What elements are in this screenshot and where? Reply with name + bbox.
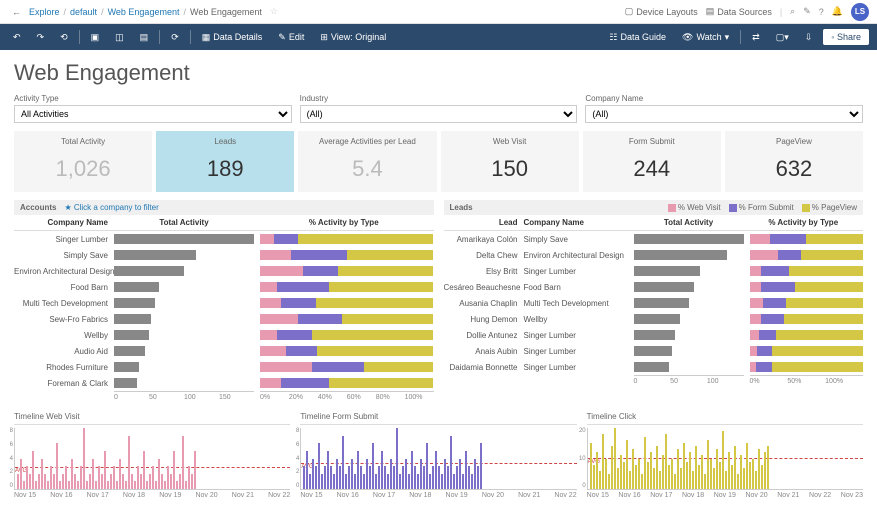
table-row[interactable]: Environ Architectural Design	[14, 263, 434, 279]
filter-company-label: Company Name	[585, 94, 863, 103]
metrics-icon[interactable]: ⇄	[747, 29, 765, 46]
table-row[interactable]: Singer Lumber	[14, 231, 434, 247]
refresh-icon[interactable]: ⟳	[166, 29, 184, 46]
table-row[interactable]: Food Barn	[14, 279, 434, 295]
table-row[interactable]: Daidamia BonnetteSinger Lumber	[444, 359, 864, 375]
filter-industry[interactable]: (All)	[300, 105, 578, 123]
star-icon[interactable]: ☆	[270, 6, 278, 17]
legend: % Web Visit % Form Submit % PageView	[668, 203, 857, 212]
breadcrumb-default[interactable]: default	[70, 7, 97, 17]
breadcrumb-current: Web Engagement	[190, 7, 262, 17]
top-bar: ← Explore/ default/ Web Engagement/ Web …	[0, 0, 877, 24]
accounts-section: Accounts ★ Click a company to filter Com…	[14, 200, 434, 401]
table-row[interactable]: Simply Save	[14, 247, 434, 263]
table-row[interactable]: Dollie AntunezSinger Lumber	[444, 327, 864, 343]
kpi-row: Total Activity1,026Leads189Average Activ…	[14, 131, 863, 192]
table-row[interactable]: Elsy BrittSinger Lumber	[444, 263, 864, 279]
leads-section: Leads % Web Visit % Form Submit % PageVi…	[444, 200, 864, 401]
pause-icon[interactable]: ◫	[110, 29, 129, 46]
table-row[interactable]: Rhodes Furniture	[14, 359, 434, 375]
table-row[interactable]: Wellby	[14, 327, 434, 343]
breadcrumb-explore[interactable]: Explore	[29, 7, 60, 17]
share-button[interactable]: ◦ Share	[823, 29, 869, 45]
help-icon[interactable]: ?	[819, 7, 824, 17]
filter-industry-label: Industry	[300, 94, 578, 103]
filter-company[interactable]: (All)	[585, 105, 863, 123]
timeline-web-visit: Timeline Web Visit 86420AVG Nov 15Nov 16…	[14, 409, 290, 499]
table-row[interactable]: Amarikaya ColónSimply Save	[444, 231, 864, 247]
redo-icon[interactable]: ↷	[32, 29, 50, 46]
page-title: Web Engagement	[14, 60, 863, 86]
save-icon[interactable]: ▣	[86, 29, 105, 46]
data-sources-button[interactable]: ▤ Data Sources	[706, 6, 772, 17]
revert-icon[interactable]: ⟲	[55, 29, 73, 46]
search-icon[interactable]: ⌕	[790, 6, 795, 17]
kpi-form-submit[interactable]: Form Submit244	[583, 131, 721, 192]
table-row[interactable]: Hung DemonWellby	[444, 311, 864, 327]
table-row[interactable]: Sew-Fro Fabrics	[14, 311, 434, 327]
edit-icon[interactable]: ✎	[803, 6, 811, 17]
device-layouts-button[interactable]: ▢ Device Layouts	[625, 6, 698, 17]
breadcrumb: Explore/ default/ Web Engagement/ Web En…	[29, 6, 278, 17]
breadcrumb-web-engagement[interactable]: Web Engagement	[108, 7, 180, 17]
table-row[interactable]: Delta ChewEnviron Architectural Design	[444, 247, 864, 263]
data-details-button[interactable]: ▦ Data Details	[197, 29, 268, 46]
present-icon[interactable]: ▢▾	[771, 29, 794, 46]
accounts-hint[interactable]: ★ Click a company to filter	[64, 203, 158, 212]
back-icon[interactable]: ←	[8, 5, 25, 19]
table-row[interactable]: Ausania ChaplinMulti Tech Development	[444, 295, 864, 311]
table-row[interactable]: Foreman & Clark	[14, 375, 434, 391]
leads-title: Leads	[450, 203, 473, 212]
data-guide-button[interactable]: ☷ Data Guide	[604, 29, 671, 46]
layers-icon[interactable]: ▤	[135, 29, 154, 46]
kpi-total-activity[interactable]: Total Activity1,026	[14, 131, 152, 192]
undo-icon[interactable]: ↶	[8, 29, 26, 46]
edit-button[interactable]: ✎ Edit	[273, 29, 309, 46]
kpi-leads[interactable]: Leads189	[156, 131, 294, 192]
download-icon[interactable]: ⇩	[800, 29, 818, 46]
table-row[interactable]: Anais AubinSinger Lumber	[444, 343, 864, 359]
table-row[interactable]: Cesáreo BeauchesneFood Barn	[444, 279, 864, 295]
kpi-pageview[interactable]: PageView632	[725, 131, 863, 192]
filter-activity-type-label: Activity Type	[14, 94, 292, 103]
toolbar: ↶ ↷ ⟲ ▣ ◫ ▤ ⟳ ▦ Data Details ✎ Edit ⊞ Vi…	[0, 24, 877, 50]
bell-icon[interactable]: 🔔	[832, 6, 843, 17]
filter-activity-type[interactable]: All Activities	[14, 105, 292, 123]
view-original-button[interactable]: ⊞ View: Original	[315, 29, 391, 46]
timeline-click: Timeline Click 20100AVG Nov 15Nov 16Nov …	[587, 409, 863, 499]
kpi-web-visit[interactable]: Web Visit150	[441, 131, 579, 192]
kpi-average-activities-per-lead[interactable]: Average Activities per Lead5.4	[298, 131, 436, 192]
accounts-title: Accounts	[20, 203, 56, 212]
table-row[interactable]: Multi Tech Development	[14, 295, 434, 311]
timeline-form-submit: Timeline Form Submit 86420AVG Nov 15Nov …	[300, 409, 576, 499]
watch-button[interactable]: 👁 Watch ▾	[677, 29, 734, 46]
avatar[interactable]: LS	[851, 3, 869, 21]
table-row[interactable]: Audio Aid	[14, 343, 434, 359]
